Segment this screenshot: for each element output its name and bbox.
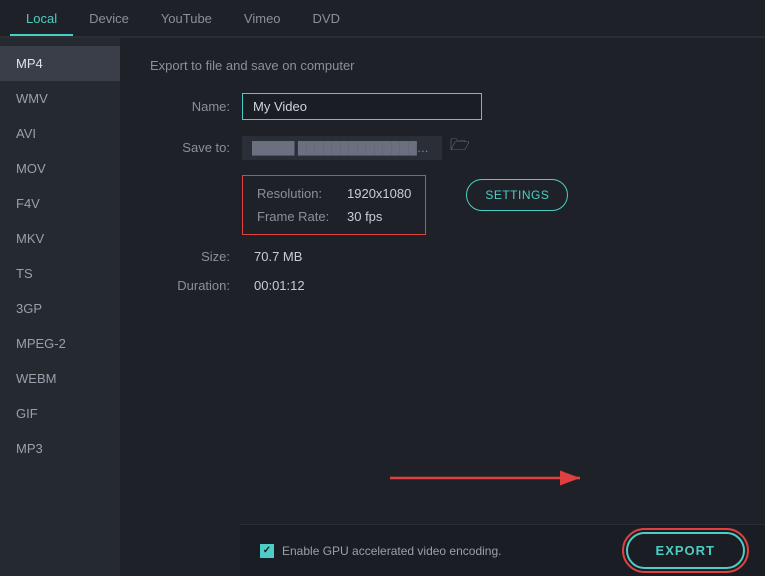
- save-to-label: Save to:: [150, 140, 230, 155]
- sidebar-item-mov[interactable]: MOV: [0, 151, 120, 186]
- size-row: Size: 70.7 MB: [150, 249, 735, 264]
- gpu-encoding-label: Enable GPU accelerated video encoding.: [282, 544, 501, 558]
- folder-icon[interactable]: 🗁: [450, 134, 470, 161]
- gpu-checkbox[interactable]: [260, 544, 274, 558]
- save-to-row: Save to: █████ ████████████████ 🗁: [150, 134, 735, 161]
- sidebar-item-mpeg2[interactable]: MPEG-2: [0, 326, 120, 361]
- size-value: 70.7 MB: [254, 249, 302, 264]
- export-button-wrapper: EXPORT: [626, 532, 745, 569]
- section-title: Export to file and save on computer: [150, 58, 735, 73]
- name-row: Name:: [150, 93, 735, 120]
- name-label: Name:: [150, 99, 230, 114]
- settings-info-box: Resolution: 1920x1080 Frame Rate: 30 fps: [242, 175, 426, 235]
- duration-value: 00:01:12: [254, 278, 305, 293]
- tab-local[interactable]: Local: [10, 3, 73, 34]
- sidebar-item-wmv[interactable]: WMV: [0, 81, 120, 116]
- frame-rate-row: Frame Rate: 30 fps: [257, 209, 411, 224]
- export-button[interactable]: EXPORT: [626, 532, 745, 569]
- sidebar-item-avi[interactable]: AVI: [0, 116, 120, 151]
- tab-vimeo[interactable]: Vimeo: [228, 3, 297, 34]
- frame-rate-value: 30 fps: [347, 209, 382, 224]
- tab-dvd[interactable]: DVD: [297, 3, 356, 34]
- tab-youtube[interactable]: YouTube: [145, 3, 228, 34]
- tab-device[interactable]: Device: [73, 3, 145, 34]
- save-to-value: █████ ████████████████: [242, 136, 442, 160]
- sidebar-item-3gp[interactable]: 3GP: [0, 291, 120, 326]
- size-label: Size:: [150, 249, 230, 264]
- main-layout: MP4 WMV AVI MOV F4V MKV TS 3GP MPEG-2 WE…: [0, 38, 765, 576]
- resolution-label: Resolution:: [257, 186, 347, 201]
- sidebar-item-mp4[interactable]: MP4: [0, 46, 120, 81]
- resolution-row: Resolution: 1920x1080: [257, 186, 411, 201]
- export-content: Export to file and save on computer Name…: [120, 38, 765, 576]
- sidebar-item-mp3[interactable]: MP3: [0, 431, 120, 466]
- sidebar-item-ts[interactable]: TS: [0, 256, 120, 291]
- top-navigation: Local Device YouTube Vimeo DVD: [0, 0, 765, 38]
- settings-button[interactable]: SETTINGS: [466, 179, 568, 211]
- bottom-bar: Enable GPU accelerated video encoding. E…: [240, 524, 765, 576]
- sidebar-item-mkv[interactable]: MKV: [0, 221, 120, 256]
- duration-row: Duration: 00:01:12: [150, 278, 735, 293]
- arrow-annotation: [390, 458, 610, 508]
- gpu-encoding-area: Enable GPU accelerated video encoding.: [260, 544, 501, 558]
- name-input[interactable]: [242, 93, 482, 120]
- format-sidebar: MP4 WMV AVI MOV F4V MKV TS 3GP MPEG-2 WE…: [0, 38, 120, 576]
- settings-block: Resolution: 1920x1080 Frame Rate: 30 fps…: [150, 175, 735, 235]
- resolution-value: 1920x1080: [347, 186, 411, 201]
- sidebar-item-webm[interactable]: WEBM: [0, 361, 120, 396]
- sidebar-item-f4v[interactable]: F4V: [0, 186, 120, 221]
- frame-rate-label: Frame Rate:: [257, 209, 347, 224]
- sidebar-item-gif[interactable]: GIF: [0, 396, 120, 431]
- duration-label: Duration:: [150, 278, 230, 293]
